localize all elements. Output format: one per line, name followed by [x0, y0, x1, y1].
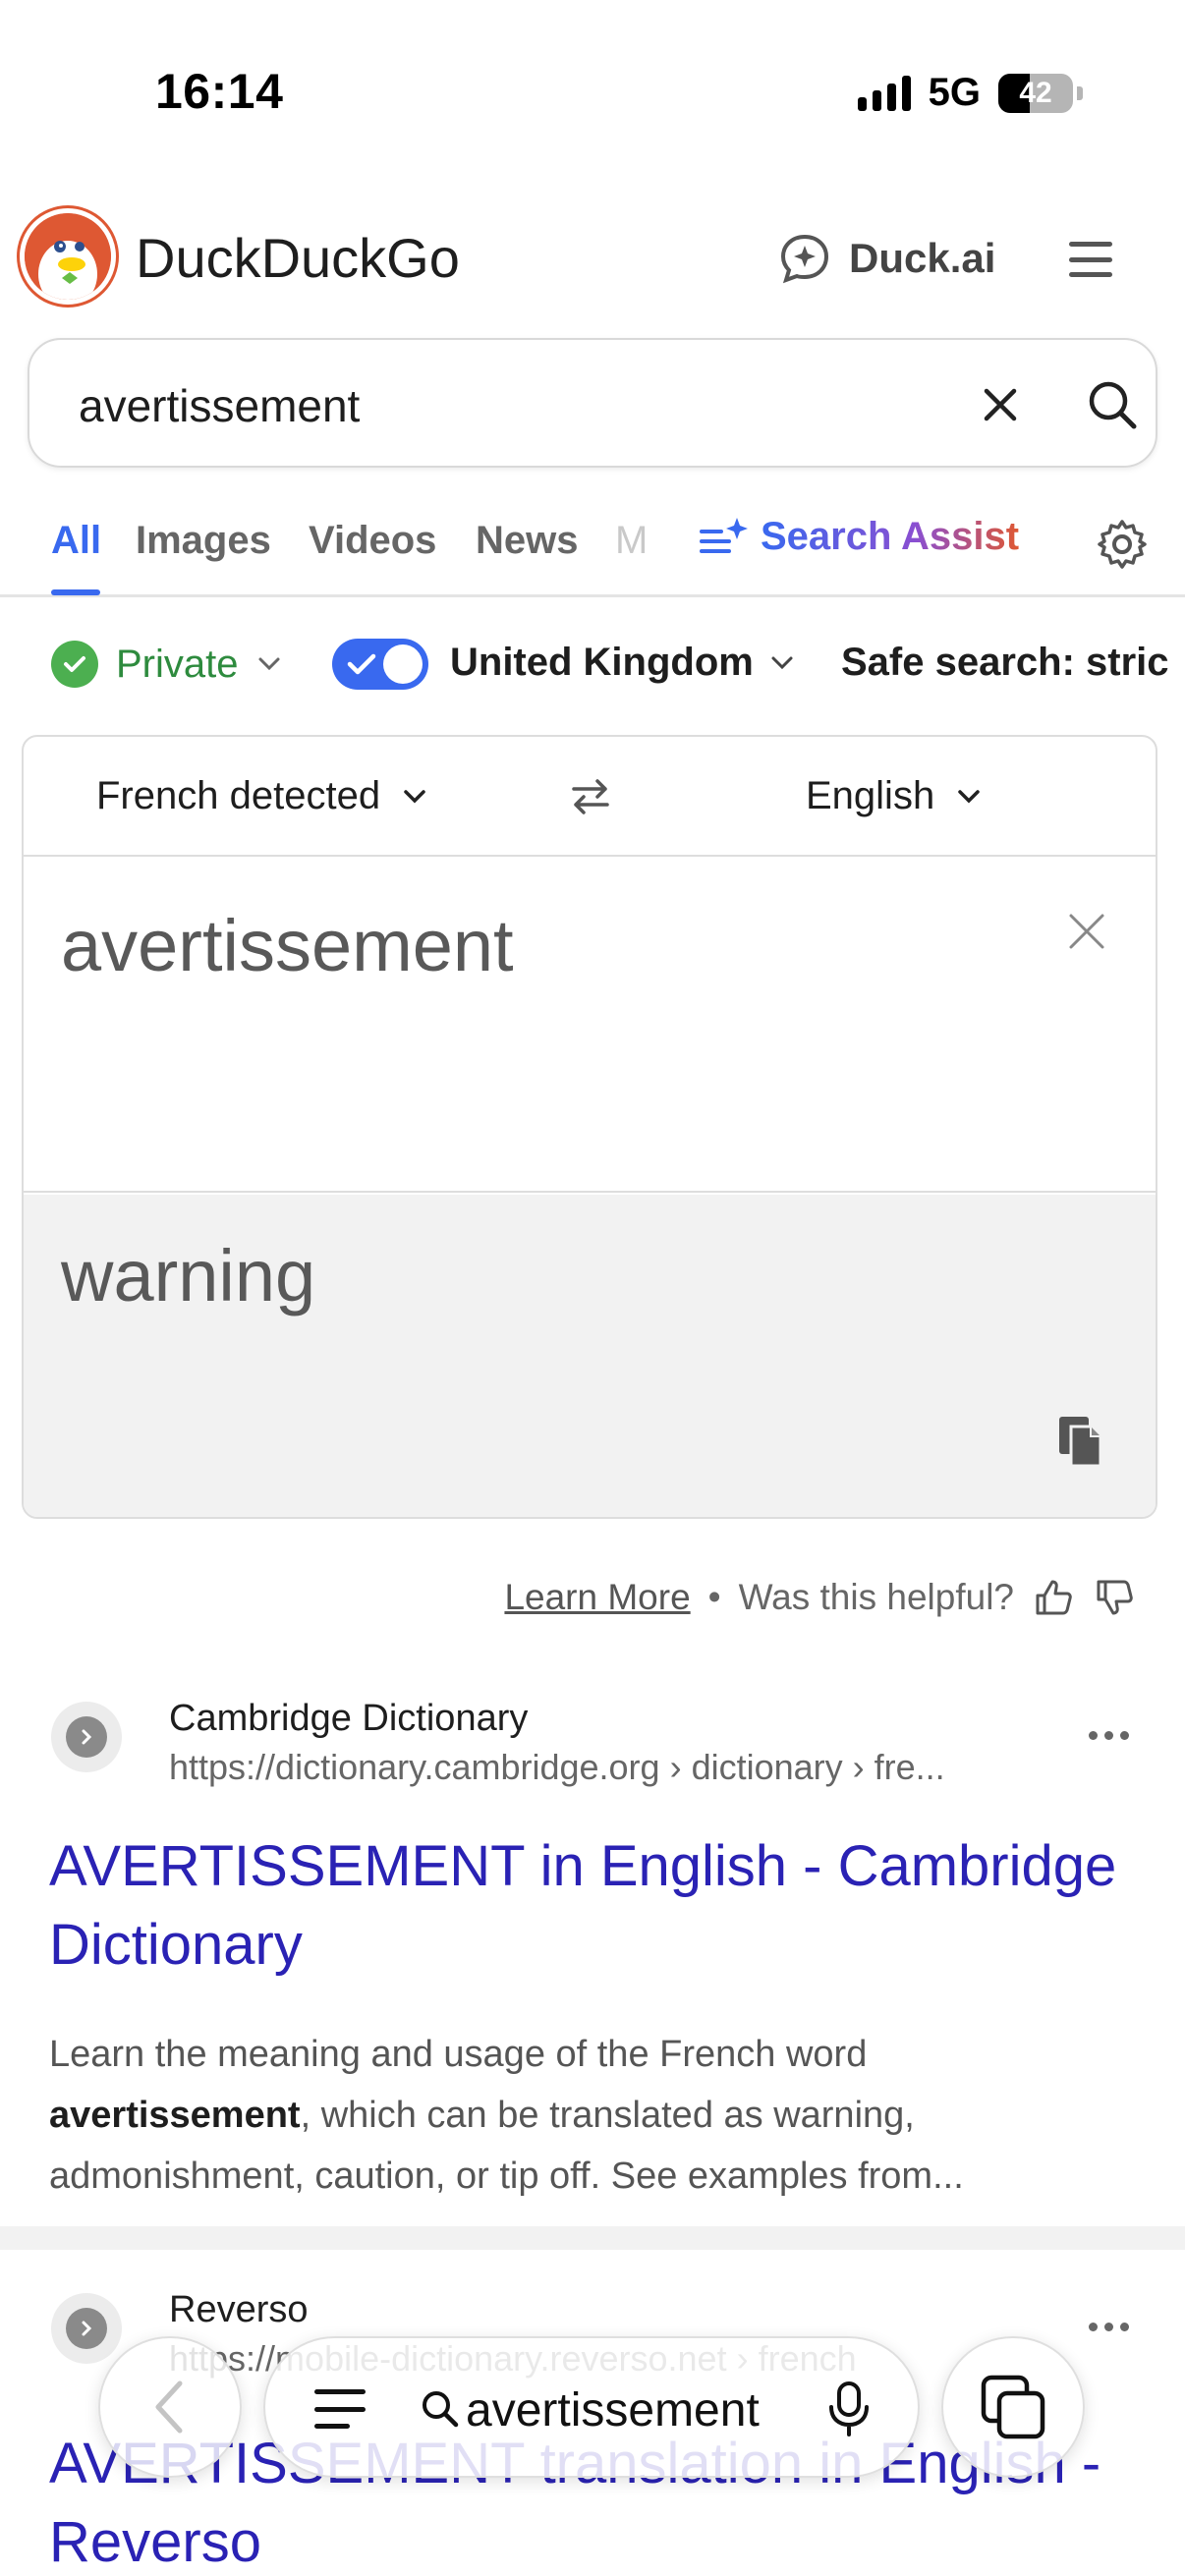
filter-bar: Private United Kingdom Safe search: stri…	[0, 601, 1185, 729]
more-options-icon[interactable]	[1089, 1731, 1129, 1740]
result-url[interactable]: https://dictionary.cambridge.org › dicti…	[169, 1747, 1073, 1788]
status-time: 16:14	[155, 64, 284, 119]
region-filter[interactable]: United Kingdom	[450, 641, 795, 685]
feedback-question: Was this helpful?	[738, 1577, 1014, 1617]
translator-input-area[interactable]: avertissement	[24, 859, 1156, 1193]
chevron-down-icon	[258, 657, 279, 671]
tabs-icon	[981, 2375, 1045, 2439]
status-indicators: 5G 42	[857, 71, 1083, 115]
private-filter[interactable]: Private	[51, 641, 282, 688]
private-label: Private	[116, 642, 239, 686]
swap-languages-icon[interactable]	[566, 772, 615, 821]
check-icon	[347, 653, 376, 675]
safe-search-filter[interactable]: Safe search: stric	[841, 641, 1169, 685]
search-box[interactable]: avertissement	[28, 338, 1157, 468]
translator-card: French detected English avertissement wa…	[22, 735, 1157, 1519]
region-label: United Kingdom	[450, 641, 754, 684]
battery-percent: 42	[1019, 76, 1052, 109]
translator-input-text[interactable]: avertissement	[61, 904, 514, 987]
region-toggle[interactable]	[332, 639, 428, 690]
gear-icon[interactable]	[1095, 517, 1150, 572]
duckai-label: Duck.ai	[849, 235, 996, 281]
translator-feedback: Learn More • Was this helpful?	[504, 1576, 1136, 1619]
tab-news[interactable]: News	[476, 519, 579, 563]
tab-images[interactable]: Images	[136, 519, 271, 563]
translator-language-bar: French detected English	[24, 737, 1156, 857]
menu-icon[interactable]	[314, 2389, 366, 2429]
status-bar: 16:14 5G 42	[0, 0, 1185, 187]
chevron-left-icon	[155, 2380, 183, 2434]
tab-all[interactable]: All	[51, 519, 101, 563]
target-language-label: English	[806, 774, 935, 817]
chevron-down-icon	[958, 789, 980, 803]
battery-icon: 42	[998, 73, 1073, 113]
result-divider	[0, 2226, 1185, 2250]
snippet-highlight: avertissement	[49, 2095, 301, 2136]
target-language-select[interactable]: English	[806, 774, 982, 818]
address-text[interactable]: avertissement	[466, 2383, 760, 2437]
chevron-down-icon	[404, 789, 425, 803]
clear-search-icon[interactable]	[979, 383, 1022, 426]
tab-search-assist[interactable]: Search Assist	[698, 515, 1019, 559]
search-tabs: All Images Videos News M Search Assist	[0, 491, 1185, 597]
browser-toolbar: avertissement	[0, 2328, 1185, 2486]
copy-icon[interactable]	[1055, 1413, 1106, 1470]
translator-output-area: warning	[24, 1195, 1156, 1517]
favicon	[51, 1702, 122, 1772]
network-type: 5G	[928, 71, 981, 114]
menu-icon[interactable]	[1069, 242, 1112, 277]
battery-cap	[1077, 85, 1083, 100]
cellular-signal-icon	[857, 75, 911, 111]
source-language-select[interactable]: French detected	[96, 774, 427, 818]
active-tab-indicator	[51, 589, 100, 595]
close-icon[interactable]	[1065, 910, 1108, 953]
brand-name[interactable]: DuckDuckGo	[136, 226, 460, 290]
result-site-name[interactable]: Reverso	[169, 2289, 309, 2331]
search-input[interactable]: avertissement	[79, 379, 360, 432]
result-snippet: Learn the meaning and usage of the Frenc…	[49, 2024, 1130, 2207]
feedback-separator: •	[707, 1577, 721, 1617]
search-icon	[423, 2391, 459, 2428]
search-assist-label: Search Assist	[761, 515, 1020, 558]
address-bar[interactable]: avertissement	[263, 2336, 920, 2478]
tab-videos[interactable]: Videos	[309, 519, 436, 563]
source-language-label: French detected	[96, 774, 381, 817]
chevron-down-icon	[771, 656, 793, 669]
chat-sparkle-icon	[780, 234, 829, 284]
tabs-button[interactable]	[941, 2336, 1085, 2478]
translator-output-text: warning	[61, 1235, 316, 1316]
thumbs-down-icon[interactable]	[1093, 1576, 1136, 1619]
result-title[interactable]: AVERTISSEMENT in English - Cambridge Dic…	[49, 1827, 1130, 1985]
duckai-button[interactable]: Duck.ai	[778, 232, 995, 285]
result-site-name[interactable]: Cambridge Dictionary	[169, 1698, 528, 1740]
toggle-knob	[383, 644, 423, 684]
tab-maps[interactable]: M	[615, 519, 648, 563]
check-circle-icon	[51, 641, 98, 688]
microphone-icon[interactable]	[827, 2380, 871, 2438]
search-icon[interactable]	[1085, 377, 1140, 432]
back-button[interactable]	[98, 2336, 242, 2478]
learn-more-link[interactable]: Learn More	[504, 1577, 690, 1618]
sparkle-list-icon	[700, 517, 748, 553]
duckduckgo-logo-icon[interactable]	[20, 208, 116, 305]
snippet-text: Learn the meaning and usage of the Frenc…	[49, 2034, 868, 2075]
thumbs-up-icon[interactable]	[1032, 1576, 1075, 1619]
header: DuckDuckGo Duck.ai	[0, 196, 1185, 324]
